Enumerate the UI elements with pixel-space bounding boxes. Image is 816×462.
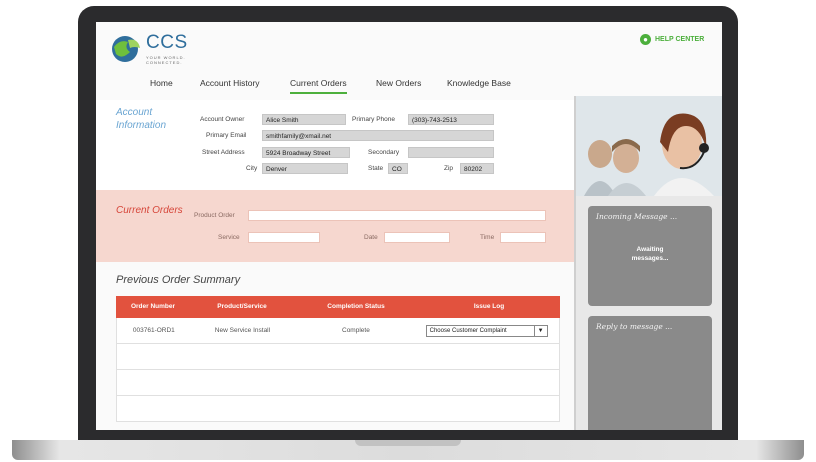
laptop-notch <box>355 440 461 446</box>
chevron-down-icon: ▼ <box>533 325 547 336</box>
reply-message-panel[interactable]: Reply to message ... <box>588 316 712 430</box>
zip-label: Zip <box>444 165 454 172</box>
col-product-service: Product/Service <box>217 303 267 310</box>
product-order-input[interactable] <box>248 210 546 221</box>
current-orders-title: Current Orders <box>116 205 183 216</box>
street-address-label: Street Address <box>202 149 245 156</box>
product-service-cell: New Service Install <box>214 327 271 334</box>
reply-message-title: Reply to message ... <box>596 322 673 331</box>
account-section-title: Account Information <box>116 107 167 131</box>
previous-orders-table: Order Number Product/Service Completion … <box>116 296 560 422</box>
time-input[interactable] <box>500 232 546 243</box>
date-input[interactable] <box>384 232 450 243</box>
current-orders-section: Current Orders Product Order Service Dat… <box>96 190 574 262</box>
awaiting-messages-line-2: messages... <box>631 255 669 262</box>
incoming-message-panel: Incoming Message ... Awaiting messages..… <box>588 206 712 306</box>
awaiting-messages-line-1: Awaiting <box>636 246 664 253</box>
service-input[interactable] <box>248 232 320 243</box>
table-row: 003761-ORD1 New Service Install Complete… <box>116 318 560 344</box>
support-agent-photo <box>576 96 722 196</box>
state-label: State <box>368 165 384 172</box>
time-label: Time <box>480 234 495 241</box>
main-nav: Home Account History Current Orders New … <box>96 76 722 96</box>
secondary-field[interactable] <box>408 147 494 158</box>
brand-tagline: YOUR WORLD. CONNECTED. <box>146 55 186 65</box>
app-screen: CCS YOUR WORLD. CONNECTED. ● HELP CENTER… <box>96 22 722 430</box>
previous-order-summary-title: Previous Order Summary <box>116 274 241 286</box>
table-row <box>116 370 560 396</box>
secondary-label: Secondary <box>368 149 400 156</box>
col-completion-status: Completion Status <box>327 303 385 310</box>
primary-phone-field[interactable]: (303)-743-2513 <box>408 114 494 125</box>
nav-knowledge-base[interactable]: Knowledge Base <box>447 78 511 88</box>
agent-side-panel: Incoming Message ... Awaiting messages..… <box>574 96 722 430</box>
issue-log-selected: Choose Customer Complaint <box>429 327 507 334</box>
help-center-label: HELP CENTER <box>655 36 705 43</box>
nav-home[interactable]: Home <box>150 78 173 88</box>
date-label: Date <box>364 234 378 241</box>
brand-name: CCS <box>146 32 188 53</box>
city-field[interactable]: Denver <box>262 163 348 174</box>
city-label: City <box>246 165 258 172</box>
globe-logo-icon <box>112 36 140 62</box>
col-order-number: Order Number <box>130 303 176 310</box>
issue-log-cell: Choose Customer Complaint ▼ <box>418 324 559 337</box>
account-owner-label: Account Owner <box>200 116 245 123</box>
table-row <box>116 396 560 422</box>
issue-log-dropdown[interactable]: Choose Customer Complaint ▼ <box>425 324 548 337</box>
nav-account-history[interactable]: Account History <box>200 78 260 88</box>
nav-current-orders[interactable]: Current Orders <box>290 78 347 94</box>
table-header: Order Number Product/Service Completion … <box>116 296 560 318</box>
account-owner-field[interactable]: Alice Smith <box>262 114 346 125</box>
street-address-field[interactable]: 5924 Broadway Street <box>262 147 350 158</box>
primary-phone-label: Primary Phone <box>352 116 395 123</box>
primary-email-label: Primary Email <box>206 132 247 139</box>
table-row <box>116 344 560 370</box>
nav-new-orders[interactable]: New Orders <box>376 78 421 88</box>
product-order-label: Product Order <box>194 212 235 219</box>
state-field[interactable]: CO <box>388 163 408 174</box>
primary-email-field[interactable]: smithfamily@xmail.net <box>262 130 494 141</box>
order-number-cell: 003761-ORD1 <box>132 327 175 334</box>
zip-field[interactable]: 80202 <box>460 163 494 174</box>
incoming-message-title: Incoming Message ... <box>596 212 678 221</box>
lightbulb-icon: ● <box>640 34 651 45</box>
col-issue-log: Issue Log <box>473 303 505 310</box>
help-center-link[interactable]: ● HELP CENTER <box>640 34 704 45</box>
service-label: Service <box>218 234 240 241</box>
account-information-section: Account Information Account Owner Alice … <box>96 100 574 190</box>
completion-status-cell: Complete <box>342 327 370 334</box>
